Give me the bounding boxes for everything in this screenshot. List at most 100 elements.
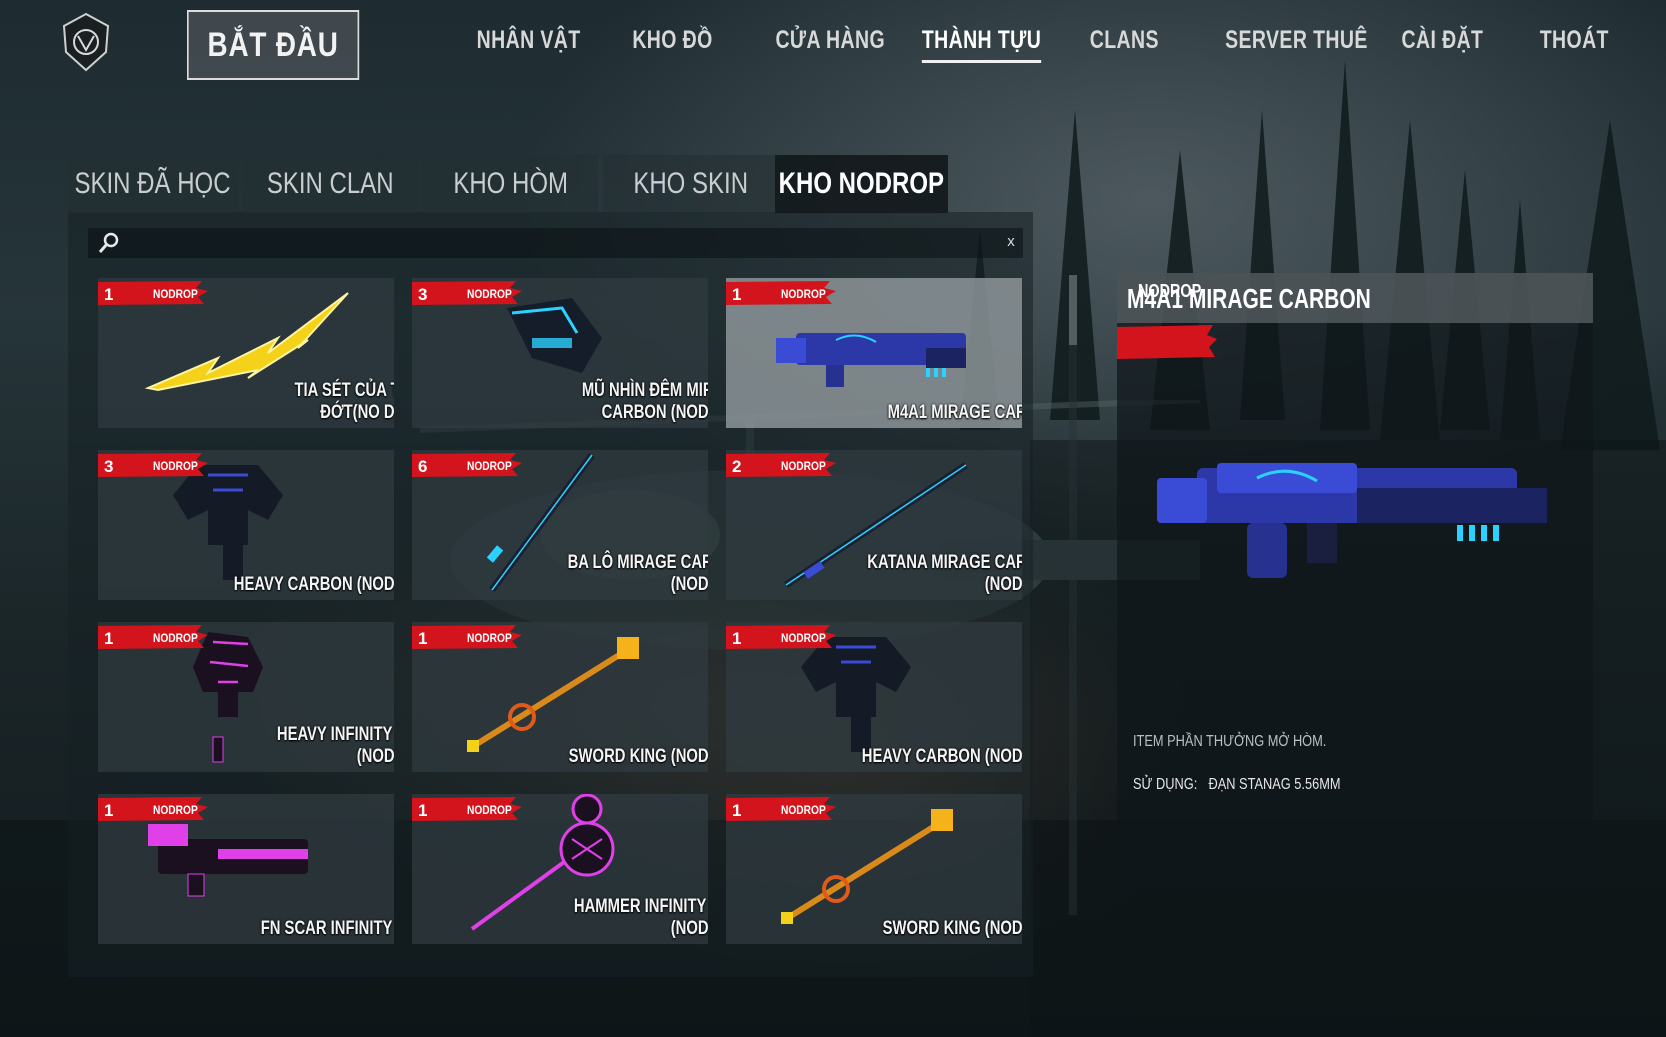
item-tag: NODROP (153, 459, 198, 473)
nav-item-cua-hang[interactable]: CỬA HÀNG (775, 26, 885, 55)
item-name-wrap: HEAVY CARBON (NODROP) (232, 574, 394, 596)
nav-item-thoat[interactable]: THOÁT (1540, 26, 1609, 55)
item-tag: NODROP (781, 803, 826, 817)
item-count: 1 (104, 285, 114, 304)
item-detail-panel: M4A1 MIRAGE CARBON NODROP ITEM PHẦN THƯỞ… (1117, 273, 1593, 898)
item-name-wrap: MŨ NHÌN ĐÊM MIRAGE CARBON (NODROP) (546, 380, 708, 424)
item-count: 1 (732, 285, 742, 304)
nodrop-badge: 6 NODROP (412, 453, 522, 477)
item-count: 1 (104, 801, 114, 820)
nodrop-badge: 3 NODROP (412, 281, 522, 305)
game-logo-icon (62, 12, 110, 72)
nav-item-thanh-tuu[interactable]: THÀNH TỰU (921, 26, 1042, 63)
nodrop-badge: 1 NODROP (726, 281, 836, 305)
item-name: M4A1 MIRAGE CARBON (887, 402, 1022, 423)
scroll-thumb[interactable] (1069, 275, 1077, 345)
item-name-wrap: HEAVY CARBON (NODROP) (860, 746, 1022, 768)
nodrop-badge (1117, 325, 1217, 359)
nav-item-server-thue[interactable]: SERVER THUÊ (1225, 26, 1368, 55)
item-name-wrap: SWORD KING (NODROP) (546, 746, 708, 768)
item-card[interactable]: 6 NODROP BA LÔ MIRAGE CARBON (NODROP) (412, 450, 708, 600)
nav-item-clans[interactable]: CLANS (1090, 26, 1159, 55)
item-name: HAMMER INFINITY PINK (NODROP) (573, 896, 708, 939)
item-name: MŨ NHÌN ĐÊM MIRAGE CARBON (NODROP) (581, 380, 708, 423)
item-card[interactable]: 3 NODROP HEAVY CARBON (NODROP) (98, 450, 394, 600)
detail-description: ITEM PHẦN THƯỞNG MỞ HÒM. (1133, 733, 1327, 750)
item-card[interactable]: 3 NODROP MŨ NHÌN ĐÊM MIRAGE CARBON (NODROP… (412, 278, 708, 428)
item-name: HEAVY INFINITY PINK (NODROP) (276, 724, 394, 767)
item-tag: NODROP (781, 459, 826, 473)
item-tag: NODROP (153, 287, 198, 301)
item-name: SWORD KING (NODROP) (882, 918, 1022, 939)
item-name-wrap: TIA SÉT CỦA THẦN ĐỚT(NO DROP) (232, 380, 394, 424)
scrollbar[interactable] (1069, 275, 1077, 915)
item-card[interactable]: 1 NODROP M4A1 MIRAGE CARBON (726, 278, 1022, 428)
item-tag: NODROP (467, 459, 512, 473)
item-card[interactable]: 1 NODROP SWORD KING (NODROP) (412, 622, 708, 772)
item-name-wrap: HAMMER INFINITY PINK (NODROP) (546, 896, 708, 940)
nodrop-badge: 1 NODROP (98, 625, 208, 649)
item-tag: NODROP (781, 631, 826, 645)
item-tag: NODROP (467, 631, 512, 645)
item-name-wrap: HEAVY INFINITY PINK (NODROP) (232, 724, 394, 768)
detail-usage: SỬ DỤNG: ĐẠN STANAG 5.56MM (1133, 776, 1341, 794)
item-count: 3 (104, 457, 114, 476)
item-name-wrap: M4A1 MIRAGE CARBON (860, 402, 1022, 424)
item-tag: NODROP (153, 631, 198, 645)
clear-search-button[interactable]: x (999, 231, 1023, 255)
item-card[interactable]: 2 NODROP KATANA MIRAGE CARBON (NODROP) (726, 450, 1022, 600)
search-input[interactable] (130, 229, 999, 257)
item-card[interactable]: 1 NODROP HEAVY INFINITY PINK (NODROP) (98, 622, 394, 772)
tab-kho-skin[interactable]: KHO SKIN (603, 155, 778, 213)
item-tag: NODROP (153, 803, 198, 817)
item-count: 1 (418, 629, 428, 648)
item-card[interactable]: 1 NODROP HAMMER INFINITY PINK (NODROP) (412, 794, 708, 944)
item-name: BA LÔ MIRAGE CARBON (NODROP) (567, 552, 708, 595)
item-card[interactable]: 1 NODROP FN SCAR INFINITY PINK (98, 794, 394, 944)
tab-skin-da-hoc[interactable]: SKIN ĐÃ HỌC (68, 155, 238, 213)
start-button[interactable]: BẮT ĐẦU (187, 10, 360, 80)
item-name: HEAVY CARBON (NODROP) (861, 746, 1022, 767)
nav-item-nhan-vat[interactable]: NHÂN VẬT (477, 26, 581, 55)
item-count: 6 (418, 457, 428, 476)
nodrop-badge: 2 NODROP (726, 453, 836, 477)
item-card[interactable]: 1 NODROP TIA SÉT CỦA THẦN ĐỚT(NO DROP) (98, 278, 394, 428)
item-card[interactable]: 1 NODROP SWORD KING (NODROP) (726, 794, 1022, 944)
item-tag: NODROP (467, 287, 512, 301)
rifle-icon (1157, 463, 1547, 578)
item-count: 3 (418, 285, 428, 304)
tab-kho-nodrop[interactable]: KHO NODROP (775, 155, 948, 213)
nav-item-kho-do[interactable]: KHO ĐỒ (632, 26, 712, 55)
item-name: HEAVY CARBON (NODROP) (233, 574, 394, 595)
item-count: 1 (104, 629, 114, 648)
item-tag: NODROP (467, 803, 512, 817)
nodrop-badge: 1 NODROP (726, 625, 836, 649)
nodrop-badge: 1 NODROP (98, 281, 208, 305)
item-count: 1 (732, 801, 742, 820)
item-name: KATANA MIRAGE CARBON (NODROP) (867, 552, 1022, 595)
item-card[interactable]: 1 NODROP HEAVY CARBON (NODROP) (726, 622, 1022, 772)
item-name: TIA SÉT CỦA THẦN ĐỚT(NO DROP) (294, 380, 394, 423)
item-name: SWORD KING (NODROP) (568, 746, 708, 767)
start-button-label: BẮT ĐẦU (207, 25, 339, 64)
nodrop-badge: 1 NODROP (412, 625, 522, 649)
usage-value: ĐẠN STANAG 5.56MM (1208, 776, 1341, 793)
item-name-wrap: SWORD KING (NODROP) (860, 918, 1022, 940)
item-name: FN SCAR INFINITY PINK (260, 918, 394, 939)
item-count: 2 (732, 457, 742, 476)
nodrop-badge: 1 NODROP (412, 797, 522, 821)
tab-kho-hom[interactable]: KHO HÒM (423, 155, 598, 213)
nav-item-cai-dat[interactable]: CÀI ĐẶT (1402, 26, 1484, 55)
item-tag: NODROP (781, 287, 826, 301)
sub-tabs: SKIN ĐÃ HỌC SKIN CLAN KHO HÒM KHO SKIN K… (68, 155, 948, 213)
nodrop-badge: 3 NODROP (98, 453, 208, 477)
search-icon (98, 232, 119, 253)
tab-skin-clan[interactable]: SKIN CLAN (243, 155, 418, 213)
usage-label: SỬ DỤNG: (1133, 776, 1198, 793)
item-name-wrap: BA LÔ MIRAGE CARBON (NODROP) (546, 552, 708, 596)
item-name-wrap: KATANA MIRAGE CARBON (NODROP) (860, 552, 1022, 596)
item-name-wrap: FN SCAR INFINITY PINK (232, 918, 394, 940)
nodrop-badge: 1 NODROP (98, 797, 208, 821)
nodrop-badge: 1 NODROP (726, 797, 836, 821)
search-bar: x (88, 228, 1023, 258)
